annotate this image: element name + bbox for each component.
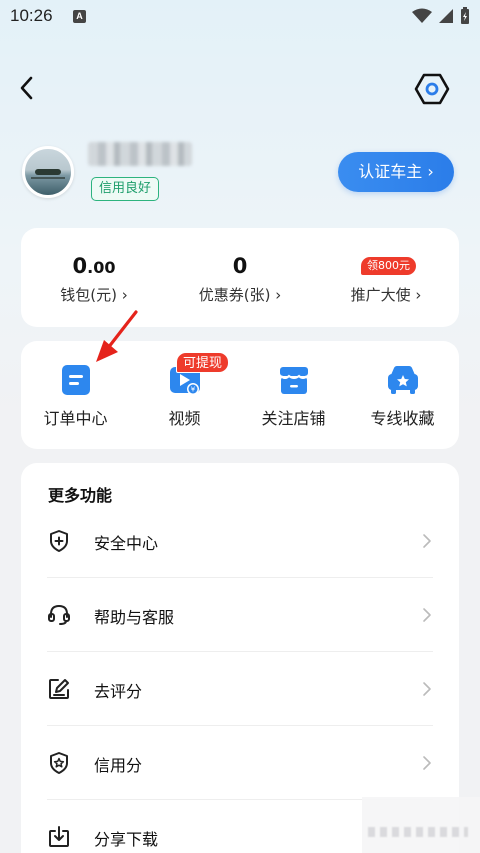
shield-plus-icon	[50, 530, 68, 552]
menu-item-label: 安全中心	[94, 534, 159, 553]
wallet-balance-decimal: .00	[87, 258, 116, 277]
menu-item-label: 帮助与客服	[94, 608, 175, 627]
route-favorites-label: 专线收藏	[370, 409, 435, 428]
order-icon	[62, 365, 90, 395]
back-button[interactable]	[14, 74, 42, 102]
coupons-label: 优惠券(张) ›	[198, 286, 282, 304]
menu-item-label: 信用分	[94, 756, 143, 775]
promotion-ambassador[interactable]: 推广大使 ›	[313, 228, 459, 327]
order-center-label: 订单中心	[43, 409, 108, 428]
settings-hexagon-icon	[414, 73, 450, 105]
status-time: 10:26	[10, 6, 53, 25]
chevron-right-icon	[423, 608, 431, 622]
avatar[interactable]	[22, 146, 74, 198]
credit-status-badge: 信用良好	[91, 177, 160, 201]
watermark-overlay	[362, 797, 480, 853]
video-label: 视频	[168, 409, 201, 428]
status-icons	[412, 7, 470, 25]
more-functions-title: 更多功能	[48, 486, 113, 505]
wallet-balance-label: 钱包(元) ›	[60, 286, 128, 304]
promotion-ambassador-label: 推广大使 ›	[350, 286, 422, 304]
menu-item-label: 分享下载	[94, 830, 159, 849]
chevron-right-icon	[423, 756, 431, 770]
svg-text:¥: ¥	[191, 386, 196, 394]
headset-icon	[48, 604, 70, 625]
menu-item-help-service[interactable]: 帮助与客服	[47, 578, 433, 652]
followed-stores-label: 关注店铺	[261, 409, 326, 428]
settings-button[interactable]	[414, 72, 450, 106]
shield-star-icon	[50, 752, 68, 774]
route-favorites[interactable]: 专线收藏	[348, 341, 457, 449]
signal-icon	[439, 9, 453, 23]
functions-card: 订单中心 ¥ 视频 关注店铺 专线收藏	[21, 341, 459, 449]
wallet-balance-value: 0	[72, 254, 88, 278]
more-functions-card: 更多功能 安全中心 帮助与客服 去评分 信用分 分享下载	[21, 463, 459, 853]
download-icon	[49, 826, 69, 847]
annotation-arrow-icon	[96, 310, 138, 362]
store-icon	[280, 367, 308, 394]
wallet-card: 0.00 钱包(元) › 0 优惠券(张) › 推广大使 › 领800元	[21, 228, 459, 327]
menu-item-label: 去评分	[94, 682, 143, 701]
wifi-icon	[412, 8, 432, 23]
chevron-left-icon	[20, 76, 33, 100]
menu-item-security-center[interactable]: 安全中心	[47, 504, 433, 578]
notification-icon: A	[73, 10, 86, 23]
withdrawable-badge: 可提现	[176, 352, 230, 373]
edit-icon	[49, 679, 69, 699]
chevron-right-icon	[423, 534, 431, 548]
username-blurred	[88, 142, 192, 166]
battery-icon	[461, 7, 469, 24]
status-bar: 10:26 A	[0, 0, 480, 34]
coupons[interactable]: 0 优惠券(张) ›	[167, 228, 313, 327]
menu-item-rate[interactable]: 去评分	[47, 652, 433, 726]
chevron-right-icon	[423, 682, 431, 696]
verify-owner-button[interactable]: 认证车主 ›	[338, 152, 454, 192]
truck-star-icon	[388, 366, 418, 394]
menu-item-credit-score[interactable]: 信用分	[47, 726, 433, 800]
coupons-value: 0	[232, 254, 248, 278]
followed-stores[interactable]: 关注店铺	[239, 341, 348, 449]
promo-badge: 领800元	[361, 257, 416, 275]
